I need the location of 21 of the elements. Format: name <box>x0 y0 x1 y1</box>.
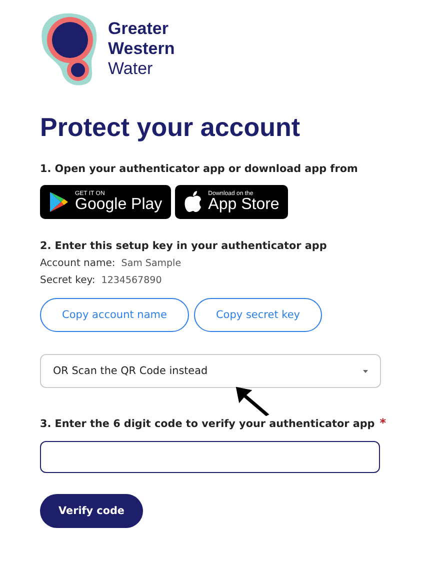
qr-dropdown[interactable]: OR Scan the QR Code instead <box>40 354 381 388</box>
copy-button[interactable]: Copy secret key <box>194 298 322 332</box>
code-input-field[interactable] <box>40 441 380 473</box>
step-label: 1. Open your authenticator app or download app from <box>40 163 359 175</box>
play-icon <box>49 191 69 213</box>
copy-button[interactable]: Copy account name <box>40 298 189 332</box>
mouse-cursor-icon <box>235 386 271 417</box>
verify-code-button[interactable]: Verify code <box>40 494 143 528</box>
logo-text: Western <box>108 39 175 59</box>
field-label: Account name: <box>40 258 116 269</box>
field-value: 1234567890 <box>101 275 162 286</box>
page-title: Protect your account <box>40 112 302 143</box>
step-label: 3. Enter the 6 digit code to verify your authenticator app <box>40 418 375 430</box>
field-value: Sam Sample <box>121 258 182 269</box>
step-label: 2. Enter this setup key in your authenticator app <box>40 240 328 252</box>
caret-icon <box>363 370 368 372</box>
required-mark: * <box>380 416 386 430</box>
logo-text: Water <box>108 59 154 79</box>
field-label: Secret key: <box>40 275 96 286</box>
logo-text: Greater <box>108 19 170 39</box>
apple-icon <box>184 191 202 213</box>
